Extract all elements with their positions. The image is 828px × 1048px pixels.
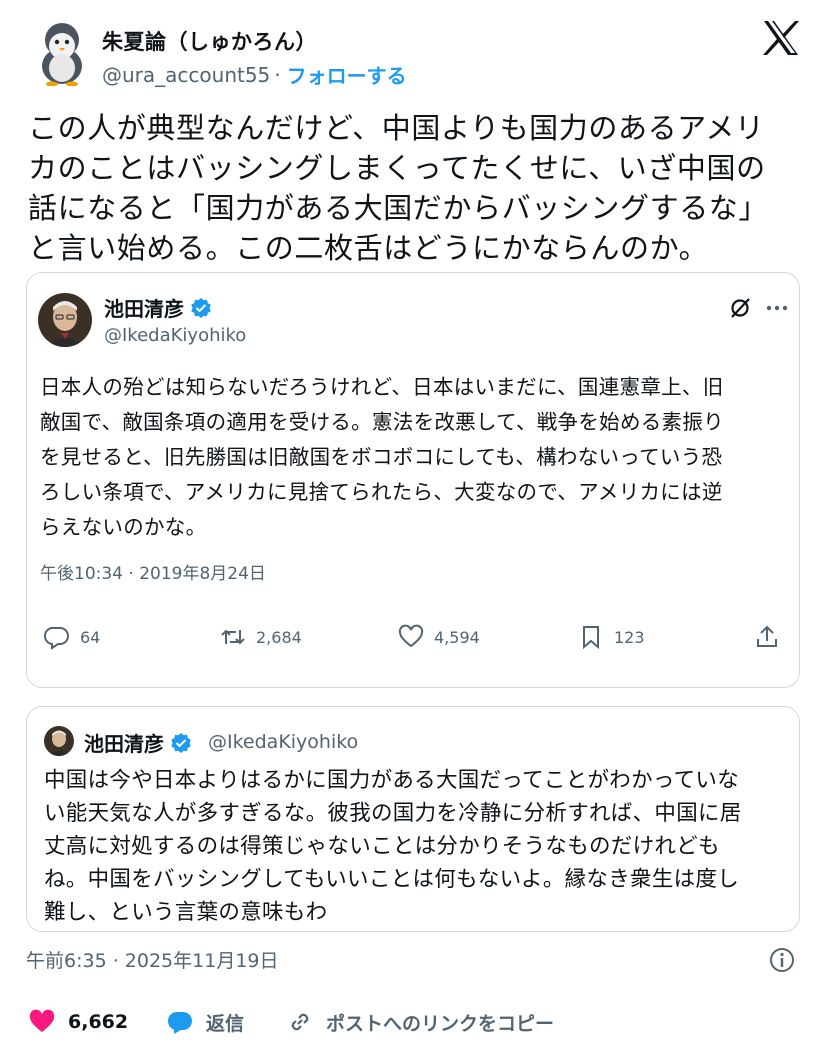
share-icon <box>757 625 777 647</box>
bookmark-button[interactable]: 123 <box>578 622 645 652</box>
post-timestamp[interactable]: 午前6:35 · 2025年11月19日 <box>26 946 279 973</box>
embedded-author-name[interactable]: 池田清彦 <box>104 293 184 322</box>
like-button[interactable]: 4,594 <box>398 622 480 652</box>
quoted-author-name-row: 池田清彦 <box>84 728 192 757</box>
separator: · <box>274 62 281 87</box>
copy-link-button[interactable]: ポストへのリンクをコピー <box>286 1005 554 1039</box>
author-name[interactable]: 朱夏論（しゅかろん） <box>102 26 317 56</box>
x-logo-icon[interactable] <box>762 20 800 56</box>
embedded-post-text: 日本人の殆どは知らないだろうけれど、日本はいまだに、国連憲章上、旧 敵国で、敵国… <box>40 375 724 539</box>
person-avatar-icon <box>44 726 74 756</box>
heart-icon <box>398 624 424 648</box>
author-handle[interactable]: @ura_account55 <box>102 63 270 87</box>
retweet-button[interactable]: 2,684 <box>220 622 302 652</box>
avatar[interactable] <box>34 20 90 87</box>
heart-icon <box>29 1009 55 1032</box>
retweet-count: 2,684 <box>256 627 302 647</box>
reply-button[interactable]: 64 <box>44 622 100 652</box>
bookmark-count: 123 <box>614 627 645 647</box>
follow-button[interactable]: フォローする <box>287 60 407 89</box>
copy-link-label: ポストへのリンクをコピー <box>326 1012 555 1035</box>
info-icon[interactable] <box>768 946 796 974</box>
like-button[interactable]: 6,662 <box>28 1005 128 1039</box>
reply-label: 返信 <box>206 1012 245 1035</box>
avatar[interactable] <box>38 293 92 347</box>
verified-badge-icon <box>191 297 211 318</box>
quoted-author-handle[interactable]: @IkedaKiyohiko <box>208 731 358 753</box>
penguin-avatar-icon <box>42 23 82 87</box>
reply-icon <box>44 626 69 650</box>
more-icon[interactable] <box>764 296 790 320</box>
avatar[interactable] <box>44 726 74 756</box>
link-icon <box>291 1013 309 1031</box>
grok-icon[interactable] <box>728 296 752 320</box>
quoted-author-name[interactable]: 池田清彦 <box>84 728 164 757</box>
retweet-icon <box>221 629 245 645</box>
like-count: 6,662 <box>68 1011 129 1033</box>
author-handle-row: @ura_account55 · フォローする <box>102 60 407 89</box>
reply-icon <box>167 1011 192 1034</box>
reply-count: 64 <box>80 627 101 647</box>
verified-badge-icon <box>171 732 191 753</box>
like-count: 4,594 <box>434 627 480 647</box>
bookmark-icon <box>583 626 599 650</box>
post-text: この人が典型なんだけど、中国よりも国力のあるアメリ カのことはバッシングしまくっ… <box>28 111 769 265</box>
embedded-author-name-row: 池田清彦 <box>104 293 212 322</box>
person-avatar-icon <box>38 293 92 347</box>
embedded-author-handle[interactable]: @IkedaKiyohiko <box>104 325 246 346</box>
share-button[interactable] <box>754 622 780 652</box>
quoted-post-text: 中国は今や日本よりはるかに国力がある大国だってことがわかっていな い能天気な人が… <box>44 768 742 925</box>
reply-button[interactable]: 返信 <box>166 1005 244 1039</box>
embedded-post-timestamp[interactable]: 午後10:34 · 2019年8月24日 <box>40 559 266 584</box>
